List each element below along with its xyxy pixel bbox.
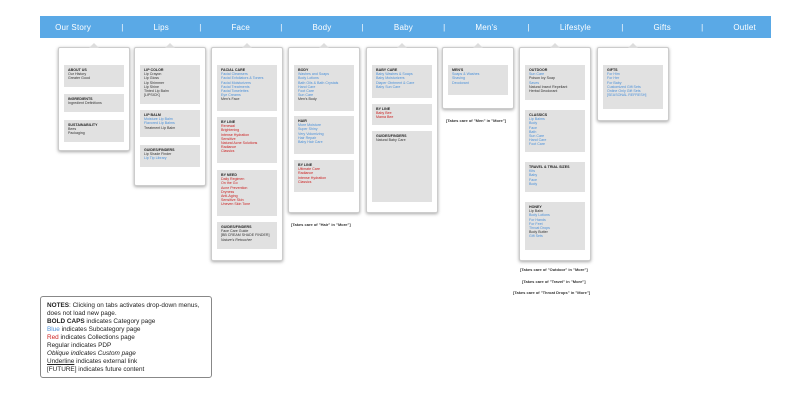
nav-tab-our-story[interactable]: Our Story: [55, 23, 91, 32]
category-group-gifts: GIFTS For Him For Her For Baby Customized Gi…: [603, 65, 663, 109]
category-group-face: BY LINE Renewal Brightening Intense Hydrati…: [217, 117, 277, 163]
menu-link[interactable]: Natural Baby Care: [376, 138, 428, 142]
menu-link[interactable]: Classics: [298, 180, 350, 184]
category-group-baby: BABY CARE Baby Washes & Soaps Baby Moistur…: [372, 65, 432, 98]
menu-link[interactable]: Ingredient Definitions: [68, 101, 120, 105]
legend-blue-text: indicates Subcategory page: [59, 326, 141, 333]
menu-link[interactable]: Deodorant: [452, 81, 504, 85]
nav-tab-lips[interactable]: Lips: [154, 23, 169, 32]
menu-link[interactable]: Foot Care: [529, 142, 581, 146]
legend-underline: Underline: [47, 358, 75, 365]
legend-oblique-line: Oblique indicates Custom page: [47, 350, 136, 357]
category-group-mens: MEN'S Soaps & Washes Shaving Deodorant: [448, 65, 508, 95]
menu-link[interactable]: Gift Sets: [529, 234, 581, 238]
category-group-our-story: INGREDIENTS Ingredient Definitions: [64, 94, 124, 112]
nav-separator: |: [121, 22, 124, 32]
dropdown-lifestyle: OUTDOOR Sun Care Poison Ivy Soap Saves Natur…: [519, 43, 591, 261]
legend-red-text: indicates Collections page: [58, 334, 135, 341]
nav-tab-lifestyle[interactable]: Lifestyle: [560, 23, 591, 32]
menu-link[interactable]: Classics: [221, 149, 273, 153]
dropdown-face: FACIAL CARE Facial Cleansers Facial Exfoli…: [211, 43, 283, 261]
category-group-lifestyle: OUTDOOR Sun Care Poison Ivy Soap Saves Natur…: [525, 65, 585, 100]
menu-link[interactable]: Herbal Deodorant: [529, 89, 581, 93]
category-group-lifestyle: CLASSICS Lip Balms Body Face Bath Sun Care Han…: [525, 110, 585, 152]
menu-link[interactable]: Baby Sun Care: [376, 85, 428, 89]
nav-tab-outlet[interactable]: Outlet: [733, 23, 756, 32]
category-group-lips: LIP COLOR Lip Crayon Lip Gloss Lip Shimmer L…: [140, 65, 200, 104]
dropdown-gifts: GIFTS For Him For Her For Baby Customized Gi…: [597, 43, 669, 121]
dropdown-body: BODY Washes and Soaps Body Lotions Bath Oil…: [288, 43, 360, 213]
nav-separator: |: [280, 22, 283, 32]
nav-separator: |: [527, 22, 530, 32]
nav-separator: |: [621, 22, 624, 32]
category-group-body: BY LINE Ultimate Care Radiance Intense Hydr…: [294, 160, 354, 192]
legend-red: Red: [47, 334, 59, 341]
menu-link[interactable]: [LIPSICK]: [144, 93, 196, 97]
lifestyle-travel-note: [Takes care of "Travel" in "More"]: [522, 279, 586, 284]
legend-underline-line: Underline indicates external link: [47, 358, 205, 366]
category-group-our-story: ABOUT US Our History Greater Good: [64, 65, 124, 87]
menu-link[interactable]: Packaging: [68, 131, 120, 135]
dropdown-our-story: ABOUT US Our History Greater Good INGREDIE…: [58, 43, 130, 151]
legend-future-line: [FUTURE] indicates future content: [47, 366, 145, 373]
nav-tab-gifts[interactable]: Gifts: [653, 23, 670, 32]
category-group-lips: LIP BALM Moisture Lip Balm Flavored Lip Ba…: [140, 110, 200, 137]
legend-bold-caps-text: indicates Category page: [84, 318, 156, 325]
legend-blue-line: Blue indicates Subcategory page: [47, 326, 205, 334]
category-group-lifestyle: TRAVEL & TRIAL SIZES Kits Baby Face Body: [525, 162, 585, 192]
menu-link[interactable]: Men's Face: [221, 97, 273, 101]
menu-link[interactable]: Lip Tip Library: [144, 156, 196, 160]
category-group-lifestyle: HONEY Lip Balm Body Lotions For Hands For Fe…: [525, 202, 585, 250]
category-group-body: BODY Washes and Soaps Body Lotions Bath Oil…: [294, 65, 354, 111]
mens-more-note: [Takes care of "Men" in "More"]: [446, 118, 506, 123]
category-group-our-story: SUSTAINABILITY Bees Packaging: [64, 120, 124, 142]
category-group-face: FACIAL CARE Facial Cleansers Facial Exfoli…: [217, 65, 277, 111]
menu-link[interactable]: Uneven Skin Tone: [221, 202, 273, 206]
category-group-lips: GUIDES/FINDERS Lip Shade Finder Lip Tip Li…: [140, 145, 200, 167]
category-group-baby: BY LINE Baby Bee Mama Bee: [372, 104, 432, 125]
category-group-face: BY NEED Daily Regimen On the Go Acne Preven…: [217, 170, 277, 216]
legend-underline-text: indicates external link: [74, 358, 138, 365]
nav-tab-body[interactable]: Body: [312, 23, 331, 32]
menu-link[interactable]: Body: [529, 182, 581, 186]
menu-link[interactable]: [SEASONAL REFRESH]: [607, 93, 659, 97]
nav-tab-face[interactable]: Face: [231, 23, 250, 32]
dropdown-mens: MEN'S Soaps & Washes Shaving Deodorant: [442, 43, 514, 109]
menu-link[interactable]: Treatment Lip Balm: [144, 126, 196, 130]
legend-notes-label: NOTES: [47, 302, 70, 309]
legend-red-line: Red indicates Collections page: [47, 334, 205, 342]
category-group-body: HAIR More Moisture Super Shiny Very Volumiz…: [294, 116, 354, 154]
dropdown-lips: LIP COLOR Lip Crayon Lip Gloss Lip Shimmer L…: [134, 43, 206, 186]
lifestyle-throat-drops-note: [Takes care of "Throat Drops" in "More"]: [513, 290, 591, 295]
lifestyle-outdoor-note: [Takes care of "Outdoor" in "More"]: [520, 267, 588, 272]
legend-notes-box: NOTES: Clicking on tabs activates drop-d…: [40, 296, 212, 378]
category-group-baby: GUIDES/FINDERS Natural Baby Care: [372, 131, 432, 202]
legend-bold-caps: BOLD CAPS: [47, 318, 85, 325]
legend-notes-line: NOTES: Clicking on tabs activates drop-d…: [47, 302, 205, 318]
menu-link[interactable]: Men's Body: [298, 97, 350, 101]
menu-link[interactable]: Mama Bee: [376, 115, 428, 119]
nav-separator: |: [701, 22, 704, 32]
body-more-note: [Takes care of "Hair" in "More"]: [291, 222, 351, 227]
dropdown-baby: BABY CARE Baby Washes & Soaps Baby Moistur…: [366, 43, 438, 213]
nav-separator: |: [443, 22, 446, 32]
nav-separator: |: [361, 22, 364, 32]
menu-link[interactable]: Nature's Retoucher: [221, 238, 273, 242]
legend-blue: Blue: [47, 326, 60, 333]
menu-link[interactable]: Baby Hair Care: [298, 140, 350, 144]
nav-tab-mens[interactable]: Men's: [475, 23, 497, 32]
legend-regular-line: Regular indicates PDP: [47, 342, 112, 349]
menu-link[interactable]: Greater Good: [68, 76, 120, 80]
nav-tab-baby[interactable]: Baby: [394, 23, 413, 32]
legend-bold-caps-line: BOLD CAPS indicates Category page: [47, 318, 205, 326]
category-group-face: GUIDES/FINDERS Face Care Guide [BB CREAM S…: [217, 222, 277, 249]
menu-link[interactable]: [BB CREAM SHADE FINDER]: [221, 233, 273, 237]
legend-notes-text: : Clicking on tabs activates drop-down m…: [47, 302, 200, 317]
nav-separator: |: [199, 22, 202, 32]
main-nav-bar: Our Story | Lips | Face | Body | Baby | …: [40, 16, 771, 38]
